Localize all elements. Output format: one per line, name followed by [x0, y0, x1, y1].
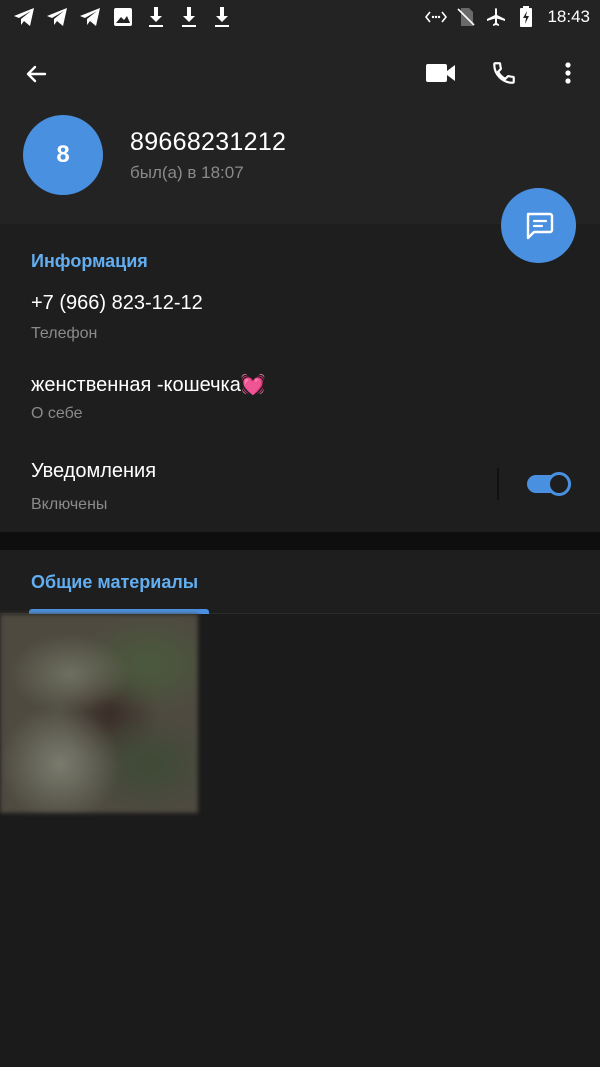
telegram-icon [12, 5, 36, 29]
bio-label: О себе [31, 405, 83, 422]
send-message-button[interactable] [501, 188, 576, 263]
notification-icons [12, 5, 234, 29]
clock: 18:43 [547, 7, 590, 26]
data-transfer-icon [425, 5, 448, 29]
bio-text[interactable]: женственная -кошечка💓 [31, 372, 266, 397]
no-sim-icon [455, 5, 477, 29]
profile-header: 8 89668231212 был(а) в 18:07 [0, 34, 600, 224]
phone-label: Телефон [31, 325, 98, 342]
phone-number[interactable]: +7 (966) 823-12-12 [31, 292, 203, 315]
media-thumbnail[interactable] [0, 614, 198, 813]
more-options-button[interactable] [554, 54, 582, 92]
back-button[interactable] [18, 56, 54, 92]
contact-name: 89668231212 [130, 128, 287, 156]
notifications-title[interactable]: Уведомления [31, 460, 156, 483]
telegram-icon [78, 5, 102, 29]
battery-charging-icon [515, 5, 537, 29]
download-icon [177, 5, 201, 29]
image-icon [111, 5, 135, 29]
telegram-icon [45, 5, 69, 29]
back-arrow-icon [26, 65, 47, 83]
airplane-icon [485, 5, 507, 29]
info-section-title: Информация [31, 251, 148, 271]
download-icon [210, 5, 234, 29]
status-bar: 18:43 [0, 0, 600, 34]
phone-call-button[interactable] [486, 54, 522, 92]
notifications-toggle[interactable] [527, 472, 571, 496]
avatar[interactable]: 8 [23, 115, 103, 195]
section-separator [0, 532, 600, 550]
shared-media-section: Общие материалы [0, 550, 600, 1067]
message-icon [526, 212, 553, 239]
download-icon [144, 5, 168, 29]
tab-shared-media[interactable]: Общие материалы [31, 572, 198, 593]
video-camera-icon [426, 64, 455, 82]
phone-icon [493, 62, 515, 84]
last-seen-status: был(а) в 18:07 [130, 163, 244, 182]
toggle-knob [547, 472, 571, 496]
media-tabs: Общие материалы [0, 550, 600, 614]
system-icons: 18:43 [425, 5, 590, 29]
more-vert-icon [565, 62, 571, 84]
notifications-divider [497, 468, 499, 500]
notifications-status: Включены [31, 496, 108, 513]
info-section: Информация +7 (966) 823-12-12 Телефон же… [0, 224, 600, 532]
video-call-button[interactable] [422, 54, 460, 92]
